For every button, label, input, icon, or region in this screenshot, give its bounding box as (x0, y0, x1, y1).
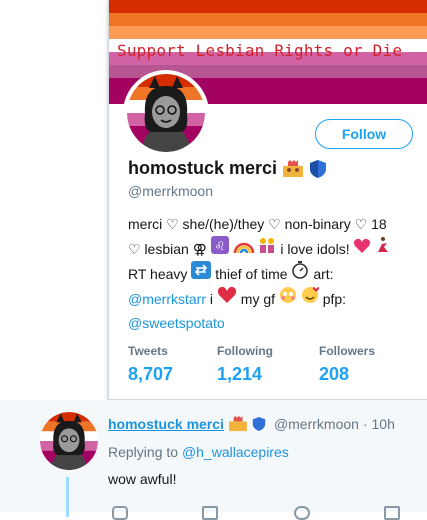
follow-button[interactable]: Follow (315, 119, 413, 149)
bio-text: i (209, 291, 213, 307)
repeat-arrows-icon (191, 261, 212, 279)
bio-text: i love idols! (280, 241, 350, 257)
stat-value: 208 (319, 364, 350, 384)
banner-stripe (109, 0, 427, 13)
tweet-timestamp[interactable]: · 10h (363, 416, 395, 432)
leo-sign-icon: ♌ (210, 236, 229, 254)
profile-display-name[interactable]: homostuck merci (128, 158, 277, 179)
profile-name-row: homostuck merci (128, 158, 327, 179)
two-women-emoji-icon (229, 416, 247, 432)
stat-tweets[interactable]: Tweets 8,707 (128, 344, 217, 385)
stat-label: Following (217, 344, 273, 358)
profile-handle[interactable]: @merrkmoon (128, 183, 213, 199)
blue-heart-shield-icon (252, 417, 266, 431)
bio-mention-link[interactable]: @merrkstarr (128, 291, 206, 307)
page-background (0, 0, 108, 400)
avatar-portrait-icon (40, 412, 98, 470)
stat-label: Followers (319, 344, 376, 358)
like-icon[interactable] (294, 506, 310, 520)
thread-line (66, 477, 69, 517)
profile-bio: merci ♡ she/(he)/they ♡ non-binary ♡ 18 … (128, 212, 418, 335)
direct-message-icon[interactable] (384, 506, 400, 520)
retweet-icon[interactable] (202, 506, 218, 520)
avatar-portrait-icon (127, 74, 205, 152)
tweet-actions (108, 500, 408, 520)
replying-to: Replying to @h_wallacepires (108, 444, 289, 460)
bio-line: ♡ lesbian ⚢ ♌ i love idols! (128, 236, 418, 261)
banner-text: Support Lesbian Rights or Die (117, 41, 403, 60)
stopwatch-icon (291, 261, 309, 279)
bio-line: RT heavy thief of time art: (128, 261, 418, 286)
tweet-header: homostuck merci @merrkmoon · 10h (108, 416, 395, 432)
red-heart-icon (217, 286, 237, 304)
blue-heart-shield-icon (310, 159, 327, 178)
bio-mention-link[interactable]: @sweetspotato (128, 315, 225, 331)
stat-value: 1,214 (217, 364, 263, 384)
bio-line: @merrkstarr i my gf pfp: (128, 286, 418, 311)
svg-text:♌: ♌ (214, 239, 225, 253)
bio-text: RT heavy (128, 266, 188, 282)
profile-stats: Tweets 8,707 Following 1,214 Followers 2… (128, 344, 409, 385)
two-women-emoji-icon (283, 159, 304, 177)
banner-stripe (109, 26, 427, 39)
stat-followers[interactable]: Followers 208 (319, 344, 409, 385)
stat-following[interactable]: Following 1,214 (217, 344, 319, 385)
tweet-display-name[interactable]: homostuck merci (108, 416, 224, 432)
bio-line: @sweetspotato (128, 311, 418, 335)
banner-stripe (109, 13, 427, 26)
sparkling-heart-icon (353, 238, 371, 254)
replying-to-link[interactable]: @h_wallacepires (182, 444, 289, 460)
rainbow-icon (233, 238, 255, 254)
bio-text: pfp: (322, 291, 347, 307)
bio-text: art: (313, 266, 334, 282)
two-women-icon (258, 236, 276, 254)
stat-label: Tweets (128, 344, 168, 358)
flushed-face-icon (279, 286, 297, 304)
tweet-handle[interactable]: @merrkmoon (274, 416, 359, 432)
bio-text: ♡ lesbian ⚢ (128, 241, 207, 257)
stat-value: 8,707 (128, 364, 174, 384)
replying-to-prefix: Replying to (108, 444, 179, 460)
bio-line: merci ♡ she/(he)/they ♡ non-binary ♡ 18 (128, 216, 387, 232)
profile-hover-card: Support Lesbian Rights or Die Follow hom… (108, 0, 427, 400)
bio-text: thief of time (215, 266, 288, 282)
bio-text: my gf (240, 291, 276, 307)
smiling-face-with-hearts-icon (301, 286, 319, 304)
dancer-icon (375, 236, 389, 254)
tweet-text: wow awful! (108, 471, 177, 487)
reply-icon[interactable] (112, 506, 128, 520)
tweet-avatar[interactable] (40, 412, 98, 470)
profile-avatar[interactable] (123, 70, 209, 156)
